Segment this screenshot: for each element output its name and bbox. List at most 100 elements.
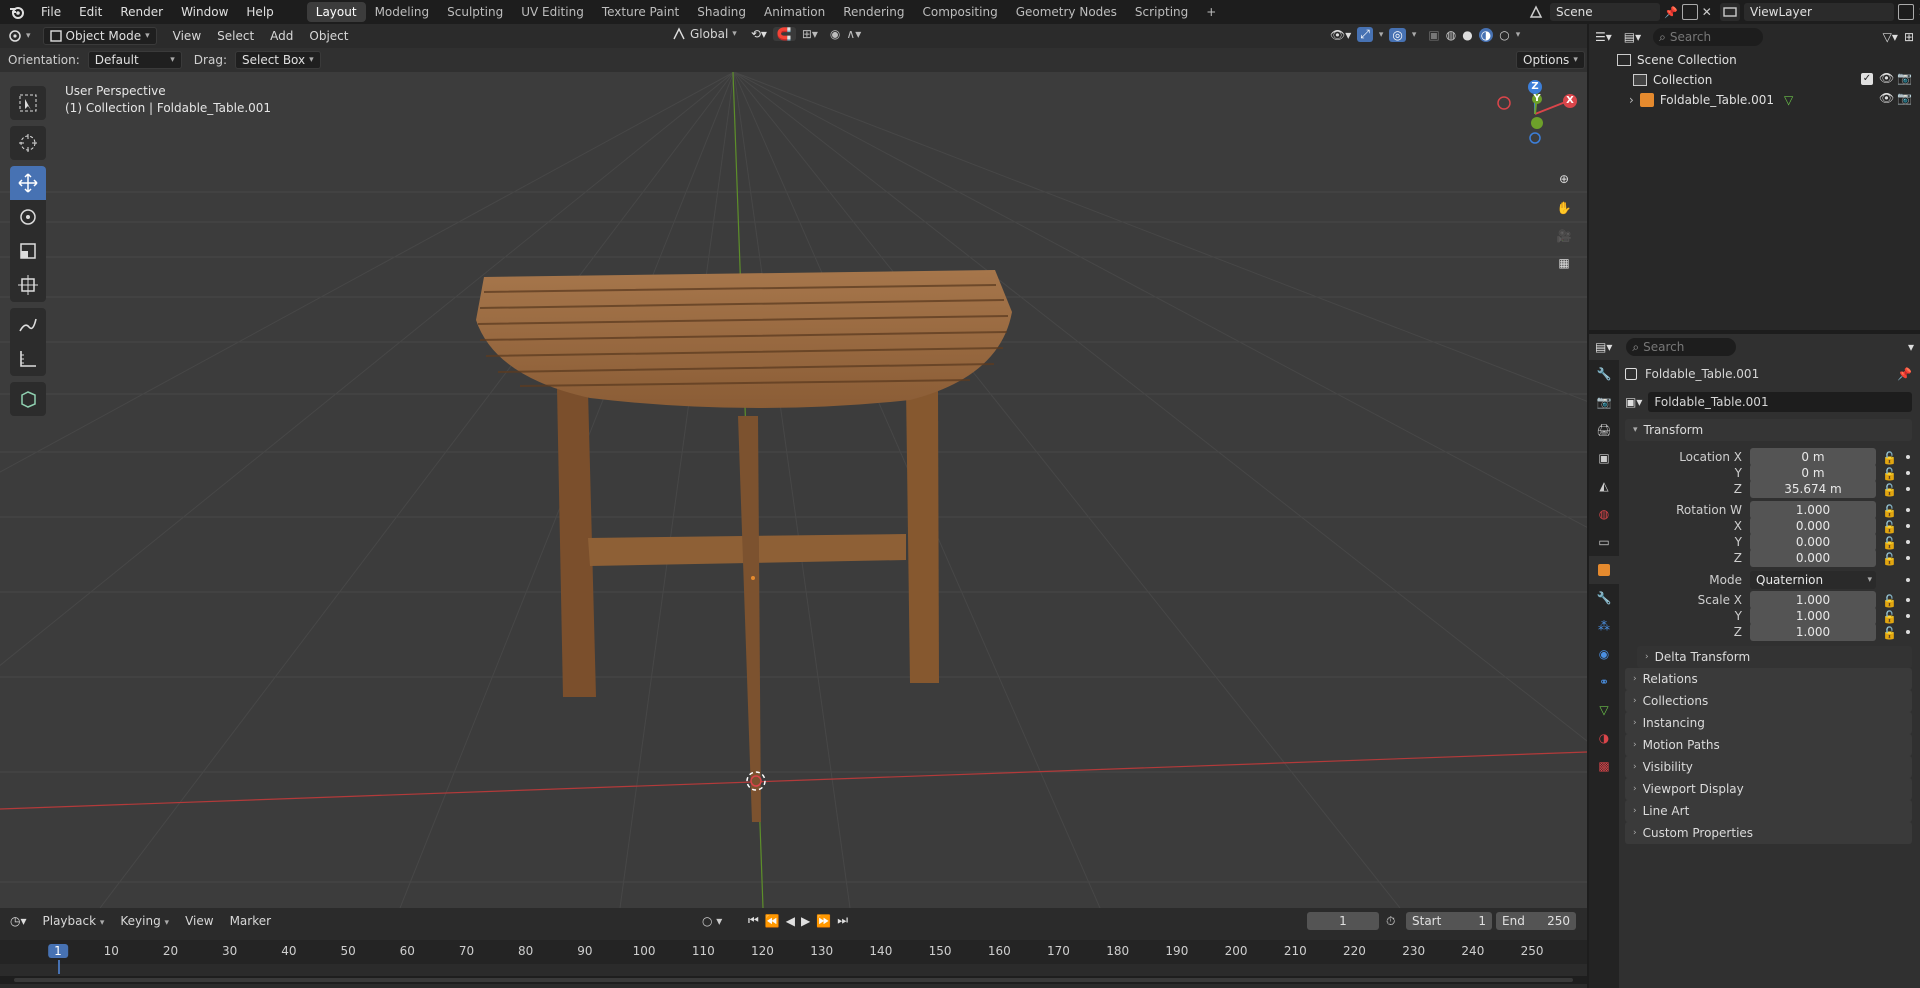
visibility-selector-icon[interactable]: 👁▾: [1330, 28, 1351, 42]
keyframe-dot-icon[interactable]: [1906, 540, 1910, 544]
jump-start-icon[interactable]: ⏮: [748, 913, 759, 928]
outliner-item-scene-collection[interactable]: Scene Collection: [1589, 50, 1920, 70]
keyframe-dot-icon[interactable]: [1906, 630, 1910, 634]
menu-object[interactable]: Object: [301, 27, 356, 45]
xray-toggle-icon[interactable]: ▣: [1428, 28, 1439, 42]
new-scene-icon[interactable]: [1681, 4, 1698, 20]
lock-icon[interactable]: 🔓: [1882, 504, 1897, 518]
menu-add[interactable]: Add: [262, 27, 301, 45]
panel-collections[interactable]: › Collections: [1625, 690, 1912, 712]
add-workspace-button[interactable]: +: [1197, 2, 1225, 22]
rotate-tool[interactable]: [10, 200, 46, 234]
properties-editor-type-icon[interactable]: ▤▾: [1595, 340, 1612, 354]
keyframe-dot-icon[interactable]: [1906, 578, 1910, 582]
camera-view-icon[interactable]: 🎥: [1551, 223, 1577, 249]
delete-scene-icon[interactable]: ✕: [1702, 5, 1712, 19]
preview-range-icon[interactable]: ⏱: [1386, 914, 1395, 929]
measure-tool[interactable]: [10, 342, 46, 376]
tab-collection[interactable]: ▭: [1589, 528, 1619, 556]
keyframe-dot-icon[interactable]: [1906, 524, 1910, 528]
3d-viewport[interactable]: User Perspective (1) Collection | Foldab…: [0, 72, 1587, 908]
jump-end-icon[interactable]: ⏭: [837, 913, 848, 928]
cursor-tool[interactable]: [10, 126, 46, 160]
outliner-item-collection[interactable]: Collection ✓ 👁 📷: [1589, 70, 1920, 90]
lock-icon[interactable]: 🔓: [1882, 467, 1897, 481]
end-frame-field[interactable]: End 250: [1496, 912, 1576, 930]
gizmo-x-label[interactable]: X: [1563, 94, 1577, 108]
tab-physics[interactable]: ◉: [1589, 640, 1619, 668]
keyframe-dot-icon[interactable]: [1906, 508, 1910, 512]
workspace-tab-shading[interactable]: Shading: [688, 2, 755, 22]
timeline-menu-marker[interactable]: Marker: [222, 912, 279, 930]
menu-file[interactable]: File: [32, 5, 70, 19]
gizmo-toggle-icon[interactable]: ⤢: [1357, 27, 1373, 42]
mode-selector[interactable]: Object Mode ▾: [42, 27, 157, 45]
lock-icon[interactable]: 🔓: [1882, 483, 1897, 497]
proportional-falloff-icon[interactable]: ∧▾: [846, 27, 861, 41]
jump-keyframe-back-icon[interactable]: ⏪: [765, 914, 780, 928]
rotation-mode-dropdown[interactable]: Quaternion (WXYZ) ▾: [1750, 571, 1876, 605]
chevron-down-icon[interactable]: ▾: [1908, 340, 1914, 354]
view-layer-icon[interactable]: [1720, 3, 1740, 21]
annotate-tool[interactable]: [10, 308, 46, 342]
tab-constraints[interactable]: ⚭: [1589, 668, 1619, 696]
snap-toggle-icon[interactable]: 🧲: [772, 27, 796, 41]
eye-icon[interactable]: 👁: [1879, 91, 1894, 105]
scene-icon[interactable]: [1526, 3, 1546, 21]
lock-icon[interactable]: 🔓: [1882, 552, 1897, 566]
scale-z-field[interactable]: 1.000: [1750, 623, 1876, 641]
lock-icon[interactable]: 🔓: [1882, 610, 1897, 624]
chevron-down-icon[interactable]: ▾: [1379, 30, 1384, 40]
pivot-point-icon[interactable]: ⟲▾: [751, 27, 767, 41]
tab-particles[interactable]: ⁂: [1589, 612, 1619, 640]
timeline-editor-type-icon[interactable]: ◷▾: [10, 914, 27, 928]
play-icon[interactable]: ▶: [801, 914, 810, 928]
workspace-tab-layout[interactable]: Layout: [306, 2, 366, 22]
outliner-item-foldable-table[interactable]: › Foldable_Table.001 ▽ 👁 📷: [1589, 90, 1920, 110]
tab-modifiers[interactable]: 🔧: [1589, 584, 1619, 612]
pan-hand-icon[interactable]: ✋: [1551, 195, 1577, 221]
move-tool[interactable]: [10, 166, 46, 200]
chevron-down-icon[interactable]: ▾: [1516, 30, 1521, 40]
transform-panel-header[interactable]: ▾ Transform: [1625, 419, 1912, 441]
exclude-checkbox-icon[interactable]: ✓: [1861, 73, 1873, 85]
object-name-field[interactable]: Foldable_Table.001: [1648, 392, 1912, 412]
keyframe-dot-icon[interactable]: [1906, 598, 1910, 602]
proportional-editing-icon[interactable]: ◉: [830, 27, 840, 41]
shading-material-icon[interactable]: ◑: [1478, 27, 1494, 42]
tab-output[interactable]: 🖨: [1589, 416, 1619, 444]
tab-material[interactable]: ◑: [1589, 724, 1619, 752]
current-frame-indicator[interactable]: 1: [48, 944, 68, 958]
transform-orientation-selector[interactable]: Global ▾: [672, 27, 737, 41]
lock-icon[interactable]: 🔓: [1882, 594, 1897, 608]
scale-tool[interactable]: [10, 234, 46, 268]
ortho-perspective-grid-icon[interactable]: ▦: [1551, 250, 1577, 276]
panel-custom-properties[interactable]: › Custom Properties: [1625, 822, 1912, 844]
current-frame-field[interactable]: 1: [1307, 912, 1379, 930]
panel-visibility[interactable]: › Visibility: [1625, 756, 1912, 778]
lock-icon[interactable]: 🔓: [1882, 626, 1897, 640]
rotation-z-field[interactable]: 0.000: [1750, 549, 1876, 567]
add-cube-tool[interactable]: [10, 382, 46, 416]
lock-icon[interactable]: 🔓: [1882, 520, 1897, 534]
jump-keyframe-forward-icon[interactable]: ⏩: [816, 914, 831, 928]
zoom-icon[interactable]: ⊕: [1551, 166, 1577, 192]
camera-render-icon[interactable]: 📷: [1897, 71, 1912, 85]
display-mode-icon[interactable]: ▤▾: [1624, 30, 1641, 44]
workspace-tab-scripting[interactable]: Scripting: [1126, 2, 1197, 22]
eye-icon[interactable]: 👁: [1879, 71, 1894, 85]
workspace-tab-sculpting[interactable]: Sculpting: [438, 2, 512, 22]
tab-view-layer[interactable]: ▣: [1589, 444, 1619, 472]
menu-edit[interactable]: Edit: [70, 5, 111, 19]
workspace-tab-compositing[interactable]: Compositing: [913, 2, 1006, 22]
editor-type-selector[interactable]: ▾: [6, 28, 31, 44]
playhead-line[interactable]: [58, 960, 60, 974]
outliner-search-input[interactable]: ⌕ Search: [1653, 28, 1764, 46]
scene-selector[interactable]: Scene: [1550, 3, 1660, 21]
shading-rendered-icon[interactable]: ○: [1499, 28, 1509, 42]
mesh-data-icon[interactable]: ▽: [1784, 93, 1793, 107]
transform-tool[interactable]: [10, 268, 46, 302]
keyframe-dot-icon[interactable]: [1906, 455, 1910, 459]
workspace-tab-animation[interactable]: Animation: [755, 2, 834, 22]
tab-tool[interactable]: 🔧: [1589, 360, 1619, 388]
